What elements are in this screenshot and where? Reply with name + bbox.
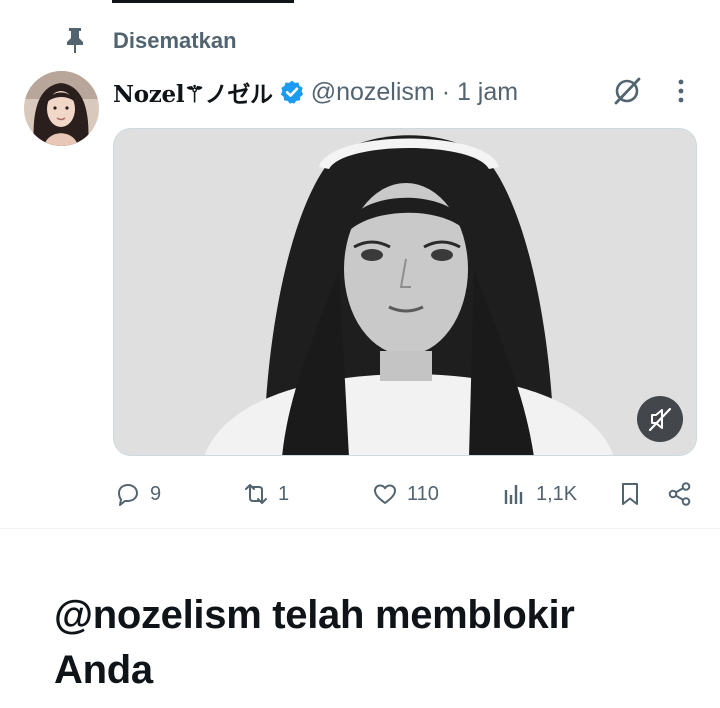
- share-button[interactable]: [666, 476, 694, 512]
- tweet-actions: 9 1 110 1,1K: [0, 476, 720, 512]
- tab-indicator: [112, 0, 294, 3]
- repost-button[interactable]: 1: [242, 476, 289, 512]
- muted-speaker-icon: [648, 407, 672, 432]
- more-options-icon[interactable]: [670, 78, 692, 104]
- display-name[interactable]: Nozel⚚ノゼル: [113, 75, 273, 109]
- tweet-header: Nozel⚚ノゼル @nozelism · 1 jam: [113, 72, 673, 112]
- like-button[interactable]: 110: [371, 476, 439, 512]
- like-count: 110: [407, 482, 439, 505]
- reply-button[interactable]: 9: [114, 476, 161, 512]
- reply-count: 9: [150, 482, 162, 505]
- handle-and-time[interactable]: @nozelism · 1 jam: [311, 78, 518, 107]
- bookmark-icon: [622, 483, 638, 505]
- pin-icon: [67, 28, 83, 53]
- heart-icon: [374, 484, 396, 504]
- section-divider: [0, 528, 720, 529]
- bookmark-button[interactable]: [616, 476, 644, 512]
- tweet-video[interactable]: [113, 128, 697, 456]
- blocked-message: @nozelism telah memblokir Anda: [54, 593, 575, 692]
- reply-icon: [118, 484, 138, 506]
- view-count: 1,1K: [536, 482, 578, 505]
- grok-icon[interactable]: [610, 74, 644, 108]
- share-icon: [668, 482, 691, 506]
- views-chart-icon: [504, 485, 523, 504]
- repost-icon: [245, 484, 267, 504]
- avatar[interactable]: [24, 71, 99, 146]
- pinned-indicator: Disematkan: [0, 24, 720, 56]
- repost-count: 1: [278, 482, 290, 505]
- verified-badge-icon: [280, 80, 303, 104]
- pinned-label: Disematkan: [113, 28, 237, 53]
- mute-toggle-button[interactable]: [637, 396, 683, 442]
- video-thumbnail: [114, 129, 696, 455]
- views-button[interactable]: 1,1K: [500, 476, 577, 512]
